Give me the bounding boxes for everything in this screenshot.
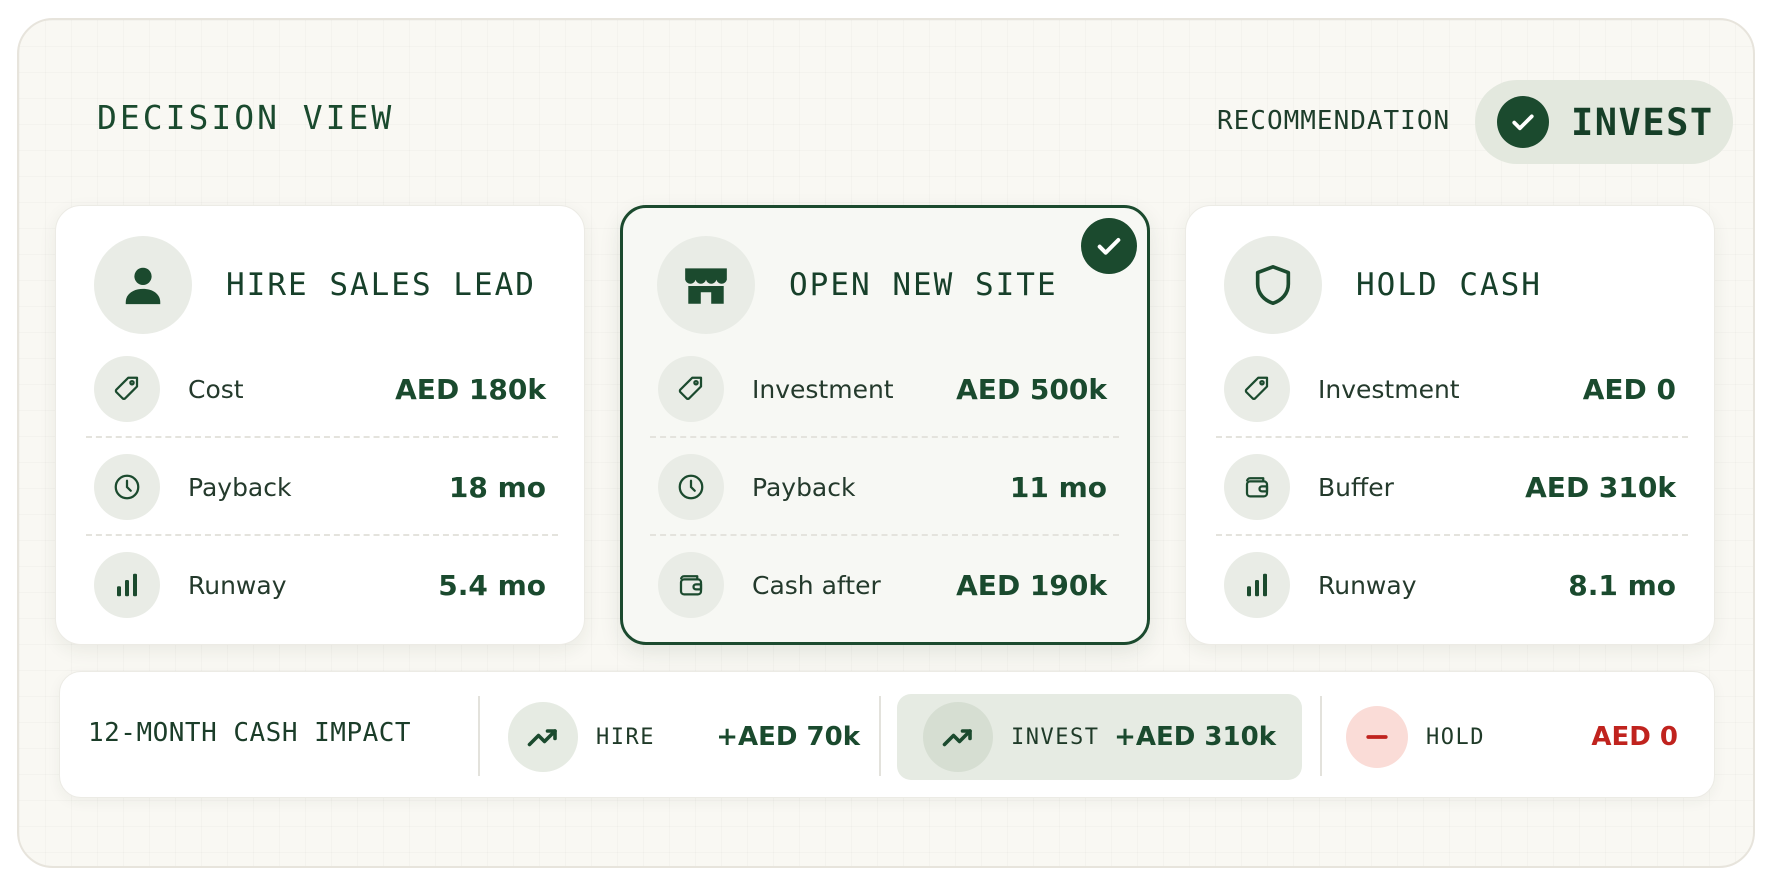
storefront-icon bbox=[657, 236, 755, 334]
divider bbox=[1320, 696, 1322, 776]
impact-value: +AED 310k bbox=[1114, 722, 1276, 752]
recommendation-value: INVEST bbox=[1571, 100, 1714, 144]
metric-label: Cash after bbox=[752, 570, 881, 600]
shield-icon bbox=[1224, 236, 1322, 334]
card-title: OPEN NEW SITE bbox=[789, 267, 1058, 303]
metric-value: AED 0 bbox=[1582, 372, 1676, 406]
clock-icon bbox=[94, 454, 160, 520]
metric-row-runway: Runway 5.4 mo bbox=[86, 536, 558, 634]
minus-icon bbox=[1346, 706, 1408, 768]
tag-icon bbox=[94, 356, 160, 422]
metric-row-investment: Investment AED 0 bbox=[1216, 340, 1688, 438]
check-circle-icon bbox=[1497, 96, 1549, 148]
metric-row-cash-after: Cash after AED 190k bbox=[650, 536, 1119, 634]
wallet-icon bbox=[658, 552, 724, 618]
selected-check-icon bbox=[1081, 218, 1137, 274]
recommendation-label: RECOMMENDATION bbox=[1217, 106, 1451, 136]
divider bbox=[879, 696, 881, 776]
impact-label: HIRE bbox=[596, 724, 655, 750]
bar-chart-icon bbox=[1224, 552, 1290, 618]
cash-impact-bar: 12-MONTH CASH IMPACT HIRE +AED 70k INVES… bbox=[59, 671, 1715, 798]
bar-chart-icon bbox=[94, 552, 160, 618]
impact-label: INVEST bbox=[1011, 724, 1100, 750]
metric-row-cost: Cost AED 180k bbox=[86, 340, 558, 438]
metric-label: Runway bbox=[188, 570, 287, 600]
metric-value: AED 500k bbox=[956, 372, 1107, 406]
recommendation-badge: INVEST bbox=[1475, 80, 1733, 164]
metric-value: 11 mo bbox=[1009, 470, 1107, 504]
person-icon bbox=[94, 236, 192, 334]
impact-item-hire[interactable]: HIRE +AED 70k bbox=[508, 694, 860, 780]
metric-value: AED 190k bbox=[956, 568, 1107, 602]
metric-label: Investment bbox=[1318, 374, 1460, 404]
metric-row-payback: Payback 18 mo bbox=[86, 438, 558, 536]
metric-label: Runway bbox=[1318, 570, 1417, 600]
metric-row-buffer: Buffer AED 310k bbox=[1216, 438, 1688, 536]
trending-up-icon bbox=[508, 702, 578, 772]
metric-value: AED 180k bbox=[395, 372, 546, 406]
card-title: HIRE SALES LEAD bbox=[226, 267, 536, 303]
impact-item-invest[interactable]: INVEST +AED 310k bbox=[897, 694, 1302, 780]
impact-title: 12-MONTH CASH IMPACT bbox=[88, 718, 412, 748]
option-card-hire-sales-lead[interactable]: HIRE SALES LEAD Cost AED 180k Payback 18… bbox=[55, 205, 585, 645]
clock-icon bbox=[658, 454, 724, 520]
impact-label: HOLD bbox=[1426, 724, 1485, 750]
metric-label: Cost bbox=[188, 374, 244, 404]
impact-value: AED 0 bbox=[1591, 722, 1678, 752]
tag-icon bbox=[1224, 356, 1290, 422]
option-card-open-new-site[interactable]: OPEN NEW SITE Investment AED 500k Paybac… bbox=[620, 205, 1150, 645]
metric-label: Payback bbox=[188, 472, 292, 502]
metric-value: AED 310k bbox=[1525, 470, 1676, 504]
impact-value: +AED 70k bbox=[716, 722, 860, 752]
metric-row-investment: Investment AED 500k bbox=[650, 340, 1119, 438]
wallet-icon bbox=[1224, 454, 1290, 520]
trending-up-icon bbox=[923, 702, 993, 772]
option-card-hold-cash[interactable]: HOLD CASH Investment AED 0 Buffer AED 31… bbox=[1185, 205, 1715, 645]
card-title: HOLD CASH bbox=[1356, 267, 1542, 303]
metric-value: 5.4 mo bbox=[438, 568, 546, 602]
metric-label: Payback bbox=[752, 472, 856, 502]
tag-icon bbox=[658, 356, 724, 422]
metric-label: Investment bbox=[752, 374, 894, 404]
impact-item-hold[interactable]: HOLD AED 0 bbox=[1346, 694, 1678, 780]
metric-value: 18 mo bbox=[448, 470, 546, 504]
decision-view-panel: DECISION VIEW RECOMMENDATION INVEST HIRE… bbox=[17, 18, 1755, 868]
metric-row-runway: Runway 8.1 mo bbox=[1216, 536, 1688, 634]
metric-label: Buffer bbox=[1318, 472, 1394, 502]
page-title: DECISION VIEW bbox=[97, 98, 395, 137]
metric-row-payback: Payback 11 mo bbox=[650, 438, 1119, 536]
metric-value: 8.1 mo bbox=[1568, 568, 1676, 602]
divider bbox=[478, 696, 480, 776]
